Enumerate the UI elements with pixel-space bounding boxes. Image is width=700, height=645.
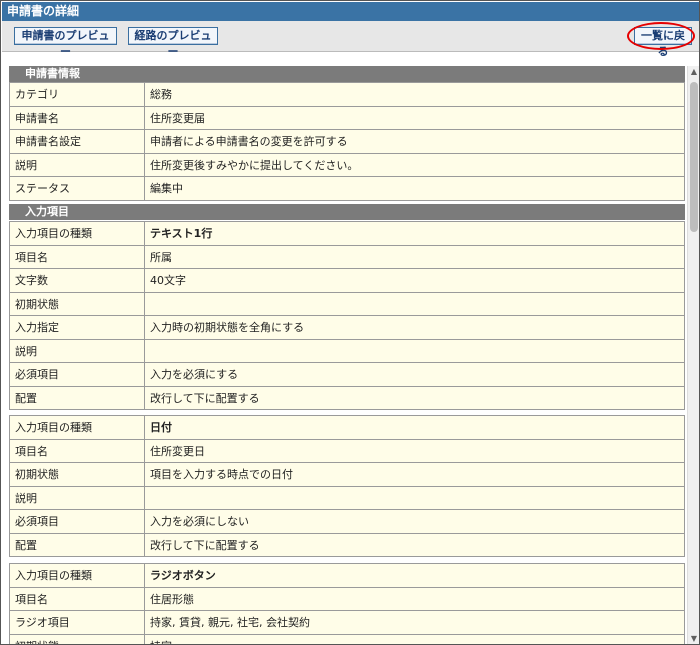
row-value: 編集中 [144,176,685,201]
row-label: 項目名 [9,438,145,463]
table-row: 説明 [9,338,685,363]
table-row: 必須項目 入力を必須にする [9,362,685,387]
row-value: 所属 [144,244,685,269]
table-row: 入力項目の種類 日付 [9,415,685,440]
form-info-table: カテゴリ 総務 申請書名 住所変更届 申請書名設定 申請者による申請書名の変更を許可する説… [9,82,685,201]
field-group-table: 入力項目の種類 テキスト1行 項目名 所属 文字数 40文字 初期状態 入力指定 入力時の初期状… [9,221,685,410]
row-value: ラジオボタン [144,563,685,588]
preview-form-button[interactable]: 申請書のプレビュー [14,27,117,58]
table-row: 説明 [9,485,685,510]
row-label: カテゴリ [9,82,145,107]
table-row: ステータス 編集中 [9,176,685,201]
row-value: テキスト1行 [144,221,685,246]
table-row: 項目名 住居形態 [9,586,685,611]
scroll-up-arrow-icon[interactable]: ▲ [688,66,699,78]
section-header-form-info: 申請書情報 [9,66,685,82]
table-row: 初期状態 項目を入力する時点での日付 [9,462,685,487]
table-row: 申請書名設定 申請者による申請書名の変更を許可する [9,129,685,154]
row-value: 申請者による申請書名の変更を許可する [144,129,685,154]
table-row: 入力項目の種類 テキスト1行 [9,221,685,246]
row-label: 申請書名設定 [9,129,145,154]
row-label: 入力項目の種類 [9,415,145,440]
detail-window: 申請書の詳細 申請書のプレビュー 経路のプレビュー 一覧に戻る 申請書情報 カテ… [0,0,700,645]
table-row: 申請書名 住所変更届 [9,105,685,130]
row-label: ステータス [9,176,145,201]
row-label: 配置 [9,385,145,410]
row-label: 初期状態 [9,633,145,644]
table-row: 初期状態持家 [9,633,685,644]
row-label: 説明 [9,152,145,177]
row-value: 住所変更日 [144,438,685,463]
table-row: 項目名 所属 [9,244,685,269]
row-label: 文字数 [9,268,145,293]
row-value: 持家, 賃貸, 親元, 社宅, 会社契約 [144,610,685,635]
row-value: 入力を必須にしない [144,509,685,534]
row-label: 入力指定 [9,315,145,340]
field-group-table: 入力項目の種類 ラジオボタン 項目名 住居形態 ラジオ項目 持家, 賃貸, 親元, 社宅,… [9,563,685,644]
row-value [144,338,685,363]
row-label: 必須項目 [9,509,145,534]
vertical-scrollbar[interactable]: ▲ ▼ [687,66,699,644]
table-row: 必須項目 入力を必須にしない [9,509,685,534]
row-value: 日付 [144,415,685,440]
row-value [144,485,685,510]
row-value: 住所変更後すみやかに提出してください。 [144,152,685,177]
row-value: 項目を入力する時点での日付 [144,462,685,487]
row-label: 入力項目の種類 [9,563,145,588]
section-header-input-items: 入力項目 [9,204,685,220]
table-row: 入力指定 入力時の初期状態を全角にする [9,315,685,340]
table-row: カテゴリ 総務 [9,82,685,107]
table-row: 入力項目の種類 ラジオボタン [9,563,685,588]
page-title: 申請書の詳細 [2,2,699,21]
scroll-down-arrow-icon[interactable]: ▼ [688,633,699,644]
table-row: 項目名 住所変更日 [9,438,685,463]
row-label: ラジオ項目 [9,610,145,635]
table-row: ラジオ項目 持家, 賃貸, 親元, 社宅, 会社契約 [9,610,685,635]
field-group-table: 入力項目の種類 日付 項目名 住所変更日 初期状態 項目を入力する時点での日付 説明 必須項目… [9,415,685,557]
row-label: 項目名 [9,586,145,611]
table-row: 配置 改行して下に配置する [9,532,685,557]
row-label: 配置 [9,532,145,557]
preview-route-button[interactable]: 経路のプレビュー [128,27,218,58]
row-label: 項目名 [9,244,145,269]
table-row: 文字数 40文字 [9,268,685,293]
row-label: 初期状態 [9,291,145,316]
row-value: 入力を必須にする [144,362,685,387]
content-area: 申請書情報 カテゴリ 総務 申請書名 住所変更届 申請書名設定 申請者による申請書名の変更… [2,58,699,644]
highlight-annotation [627,22,695,50]
row-label: 申請書名 [9,105,145,130]
row-label: 説明 [9,338,145,363]
row-label: 説明 [9,485,145,510]
row-label: 入力項目の種類 [9,221,145,246]
row-value [144,291,685,316]
table-row: 初期状態 [9,291,685,316]
scrollbar-thumb[interactable] [690,82,698,232]
row-value: 総務 [144,82,685,107]
row-value: 持家 [144,633,685,644]
row-value: 40文字 [144,268,685,293]
table-row: 説明 住所変更後すみやかに提出してください。 [9,152,685,177]
row-label: 必須項目 [9,362,145,387]
table-row: 配置 改行して下に配置する [9,385,685,410]
row-value: 入力時の初期状態を全角にする [144,315,685,340]
row-value: 改行して下に配置する [144,385,685,410]
row-value: 住居形態 [144,586,685,611]
toolbar: 申請書のプレビュー 経路のプレビュー 一覧に戻る [2,21,699,58]
row-value: 改行して下に配置する [144,532,685,557]
row-value: 住所変更届 [144,105,685,130]
row-label: 初期状態 [9,462,145,487]
